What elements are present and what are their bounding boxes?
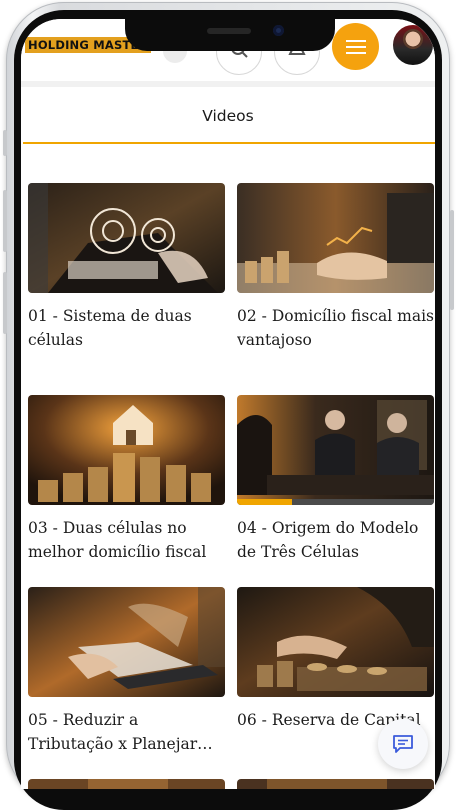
video-thumbnail[interactable]: [237, 587, 434, 697]
volume-down-button: [3, 272, 7, 334]
video-title[interactable]: 01 - Sistema de duas células: [28, 304, 225, 352]
mute-switch: [3, 130, 7, 156]
front-camera-icon: [273, 25, 284, 36]
tab-bar: Videos: [21, 87, 435, 145]
video-title[interactable]: 05 - Reduzir a Tributação x Planejar a..…: [28, 708, 225, 756]
video-thumbnail[interactable]: [237, 779, 434, 789]
video-title[interactable]: 02 - Domicílio fiscal mais vantajoso: [237, 304, 434, 352]
video-thumbnail[interactable]: [237, 395, 434, 505]
volume-up-button: [3, 190, 7, 252]
notch: [125, 19, 335, 51]
menu-button[interactable]: [332, 23, 379, 70]
chat-button[interactable]: [378, 719, 428, 769]
video-thumbnail[interactable]: [237, 183, 434, 293]
speaker-grille: [207, 28, 251, 34]
video-thumbnail[interactable]: [28, 395, 225, 505]
video-thumbnail[interactable]: [28, 779, 225, 789]
video-thumbnail[interactable]: [28, 183, 225, 293]
hamburger-icon: [345, 39, 366, 54]
avatar[interactable]: [391, 23, 435, 67]
video-thumbnail[interactable]: [28, 587, 225, 697]
watch-progress-bar: [237, 499, 434, 505]
video-title[interactable]: 03 - Duas células no melhor domicílio fi…: [28, 516, 225, 564]
video-title[interactable]: 04 - Origem do Modelo de Três Células: [237, 516, 434, 564]
app-screen: HOLDING MASTER Videos 01 - Sistema de du…: [21, 19, 435, 789]
chat-icon: [393, 735, 413, 753]
power-button: [450, 210, 454, 310]
tab-active-indicator: [23, 142, 435, 144]
watch-progress-fill: [237, 499, 293, 505]
tab-videos[interactable]: Videos: [21, 107, 435, 125]
